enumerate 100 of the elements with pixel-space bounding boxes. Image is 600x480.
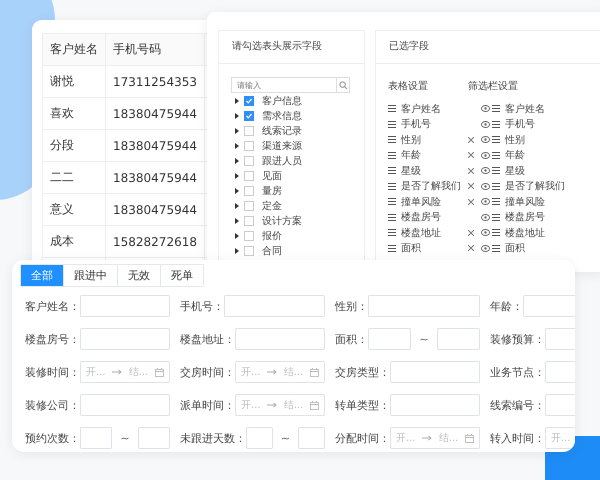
field-label: 手机号 xyxy=(401,118,431,132)
range-min-field[interactable] xyxy=(80,427,112,449)
tree-item-label[interactable]: 线索记录 xyxy=(262,124,302,138)
field-label: 撞单风险 xyxy=(505,196,545,209)
checkbox[interactable] xyxy=(244,230,254,240)
text-field[interactable] xyxy=(80,328,170,350)
eye-icon[interactable] xyxy=(481,167,490,174)
drag-handle-icon[interactable] xyxy=(388,136,396,144)
eye-icon[interactable] xyxy=(481,198,490,206)
remove-icon[interactable] xyxy=(468,198,474,205)
range-separator: ~ xyxy=(419,332,429,346)
search-button[interactable] xyxy=(336,77,350,93)
drag-handle-icon[interactable] xyxy=(388,105,396,112)
text-field[interactable] xyxy=(80,295,170,317)
field-label: 转单类型： xyxy=(335,398,390,412)
text-field[interactable] xyxy=(235,328,325,350)
eye-icon[interactable] xyxy=(481,105,490,112)
eye-icon[interactable] xyxy=(481,136,490,144)
caret-icon[interactable] xyxy=(235,172,239,178)
drag-handle-icon[interactable] xyxy=(492,198,500,206)
eye-icon[interactable] xyxy=(481,244,490,252)
checkbox[interactable] xyxy=(244,186,254,196)
caret-icon[interactable] xyxy=(235,112,239,118)
column-heading: 筛选栏设置 xyxy=(468,80,518,93)
remove-icon[interactable] xyxy=(468,136,474,143)
eye-icon[interactable] xyxy=(481,214,490,221)
range-max-field[interactable] xyxy=(298,427,325,449)
drag-handle-icon[interactable] xyxy=(492,167,500,174)
checkbox[interactable] xyxy=(244,200,254,210)
tree-item-label[interactable]: 量房 xyxy=(262,184,282,198)
eye-icon[interactable] xyxy=(481,120,490,128)
range-min-field[interactable] xyxy=(368,328,412,350)
checkbox[interactable] xyxy=(244,246,254,256)
search-icon[interactable] xyxy=(338,80,348,90)
drag-handle-icon[interactable] xyxy=(492,120,500,128)
text-field[interactable] xyxy=(368,295,480,317)
remove-icon[interactable] xyxy=(468,152,474,158)
tree-item-label[interactable]: 见面 xyxy=(262,168,282,182)
drag-handle-icon[interactable] xyxy=(492,105,500,112)
range-min-field[interactable] xyxy=(246,427,273,449)
tree-item-label[interactable]: 设计方案 xyxy=(262,214,302,228)
remove-icon[interactable] xyxy=(468,230,474,236)
remove-icon[interactable] xyxy=(468,245,474,252)
caret-icon[interactable] xyxy=(235,232,239,238)
text-field[interactable] xyxy=(390,394,480,416)
field-label: 分配时间： xyxy=(335,430,390,446)
remove-icon[interactable] xyxy=(468,183,474,190)
eye-icon[interactable] xyxy=(481,229,490,236)
drag-handle-icon[interactable] xyxy=(388,198,396,206)
checkbox[interactable] xyxy=(244,156,254,166)
checkbox[interactable] xyxy=(244,110,254,120)
drag-handle-icon[interactable] xyxy=(492,152,500,159)
drag-handle-icon[interactable] xyxy=(388,244,396,252)
caret-icon[interactable] xyxy=(235,188,239,194)
field-label: 楼盘地址 xyxy=(401,226,441,240)
field-label: 性别 xyxy=(505,134,525,147)
eye-icon[interactable] xyxy=(481,152,490,159)
checkbox[interactable] xyxy=(244,216,254,226)
caret-icon[interactable] xyxy=(235,142,239,148)
drag-handle-icon[interactable] xyxy=(492,229,500,236)
tree-item-label[interactable]: 跟进人员 xyxy=(262,154,302,168)
field-label: 是否了解我们 xyxy=(401,180,461,194)
caret-icon[interactable] xyxy=(235,98,239,104)
text-field[interactable] xyxy=(390,361,480,383)
search-field[interactable]: 请输入 xyxy=(231,77,336,93)
eye-icon[interactable] xyxy=(481,182,490,190)
drag-handle-icon[interactable] xyxy=(492,214,500,221)
tree-item-label[interactable]: 报价 xyxy=(262,228,282,242)
column-heading: 表格设置 xyxy=(388,80,429,93)
tree-item-label[interactable]: 渠道来源 xyxy=(262,138,302,152)
drag-handle-icon[interactable] xyxy=(388,229,396,236)
drag-handle-icon[interactable] xyxy=(492,182,500,190)
tree-item-label[interactable]: 定金 xyxy=(262,198,282,212)
field-label: 性别： xyxy=(335,298,368,314)
tree-item-label[interactable]: 需求信息 xyxy=(262,108,302,122)
drag-handle-icon[interactable] xyxy=(388,120,396,128)
checkbox[interactable] xyxy=(244,96,254,106)
drag-handle-icon[interactable] xyxy=(388,182,396,190)
range-max-field[interactable] xyxy=(138,427,170,449)
text-field[interactable] xyxy=(80,394,170,416)
checkbox[interactable] xyxy=(244,140,254,150)
drag-handle-icon[interactable] xyxy=(492,136,500,144)
caret-icon[interactable] xyxy=(235,158,239,164)
drag-handle-icon[interactable] xyxy=(492,244,500,252)
drag-handle-icon[interactable] xyxy=(388,167,396,174)
checkbox[interactable] xyxy=(244,170,254,180)
caret-icon[interactable] xyxy=(235,218,239,224)
field-label: 手机号： xyxy=(180,298,224,314)
caret-icon[interactable] xyxy=(235,128,239,134)
caret-icon[interactable] xyxy=(235,202,239,208)
checkbox[interactable] xyxy=(244,126,254,136)
tree-item-label[interactable]: 客户信息 xyxy=(262,94,302,108)
drag-handle-icon[interactable] xyxy=(388,152,396,159)
caret-icon[interactable] xyxy=(235,248,239,254)
drag-handle-icon[interactable] xyxy=(388,214,396,221)
tree-item-label[interactable]: 合同 xyxy=(262,244,282,258)
range-max-field[interactable] xyxy=(436,328,480,350)
remove-icon[interactable] xyxy=(468,168,474,174)
text-field[interactable] xyxy=(224,295,325,317)
field-label: 星级 xyxy=(401,164,421,178)
